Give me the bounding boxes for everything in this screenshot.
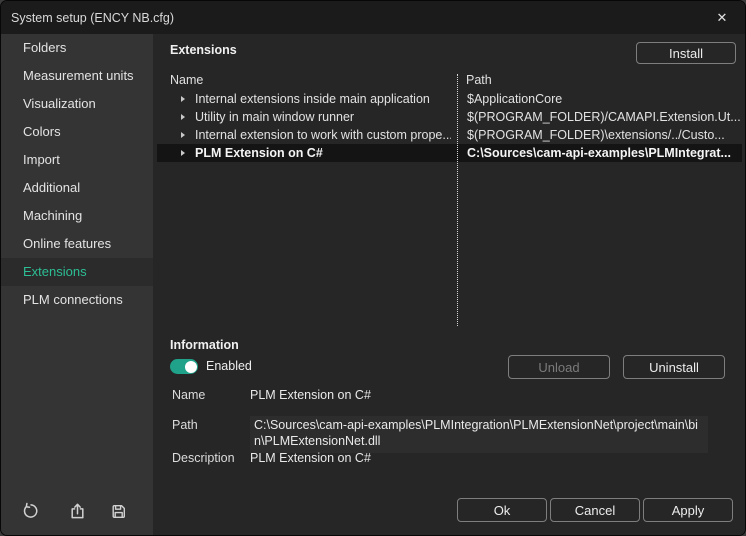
column-divider bbox=[457, 74, 458, 326]
sidebar-nav: FoldersMeasurement unitsVisualizationCol… bbox=[1, 34, 153, 314]
extension-row[interactable]: PLM Extension on C# C:\Sources\cam-api-ex… bbox=[157, 144, 742, 162]
info-field-name: NamePLM Extension on C# bbox=[172, 388, 371, 402]
expander-icon[interactable] bbox=[181, 114, 185, 120]
uninstall-button[interactable]: Uninstall bbox=[623, 355, 725, 379]
close-icon[interactable]: ✕ bbox=[711, 7, 733, 29]
extension-name: Utility in main window runner bbox=[195, 110, 451, 124]
sidebar-item-import[interactable]: Import bbox=[1, 146, 153, 174]
column-header-path: Path bbox=[466, 73, 492, 87]
extension-row[interactable]: Internal extensions inside main applicat… bbox=[157, 90, 742, 108]
sidebar-item-machining[interactable]: Machining bbox=[1, 202, 153, 230]
extension-path: C:\Sources\cam-api-examples\PLMIntegrat.… bbox=[467, 146, 742, 160]
export-icon[interactable] bbox=[68, 502, 88, 522]
unload-button[interactable]: Unload bbox=[508, 355, 610, 379]
expander-icon[interactable] bbox=[181, 150, 185, 156]
toggle-knob bbox=[185, 361, 197, 373]
sidebar-item-additional[interactable]: Additional bbox=[1, 174, 153, 202]
extension-path: $ApplicationCore bbox=[467, 92, 742, 106]
reset-icon[interactable] bbox=[21, 502, 41, 522]
information-section-title: Information bbox=[170, 338, 239, 352]
window-title: System setup (ENCY NB.cfg) bbox=[11, 11, 711, 25]
extension-path: $(PROGRAM_FOLDER)\extensions/../Custo... bbox=[467, 128, 742, 142]
extension-name: PLM Extension on C# bbox=[195, 146, 451, 160]
enabled-toggle[interactable] bbox=[170, 359, 198, 374]
extensions-list: Internal extensions inside main applicat… bbox=[157, 90, 742, 162]
sidebar: FoldersMeasurement unitsVisualizationCol… bbox=[1, 34, 153, 535]
sidebar-item-extensions[interactable]: Extensions bbox=[1, 258, 153, 286]
column-header-name: Name bbox=[170, 73, 203, 87]
extension-path: $(PROGRAM_FOLDER)/CAMAPI.Extension.Ut... bbox=[467, 110, 742, 124]
title-bar: System setup (ENCY NB.cfg) ✕ bbox=[1, 1, 745, 34]
expander-icon[interactable] bbox=[181, 132, 185, 138]
field-label: Name bbox=[172, 388, 250, 402]
field-value: C:\Sources\cam-api-examples\PLMIntegrati… bbox=[250, 416, 708, 453]
field-label: Description bbox=[172, 451, 250, 465]
extensions-panel: Extensions Install Name Path Internal ex… bbox=[153, 34, 745, 535]
enabled-toggle-label: Enabled bbox=[206, 359, 252, 373]
extensions-section-title: Extensions bbox=[170, 43, 237, 57]
apply-button[interactable]: Apply bbox=[643, 498, 733, 522]
extension-name: Internal extension to work with custom p… bbox=[195, 128, 451, 142]
sidebar-item-folders[interactable]: Folders bbox=[1, 34, 153, 62]
field-value: PLM Extension on C# bbox=[250, 388, 371, 402]
info-field-path: PathC:\Sources\cam-api-examples\PLMInteg… bbox=[172, 418, 708, 453]
cancel-button[interactable]: Cancel bbox=[550, 498, 640, 522]
sidebar-item-plm-connections[interactable]: PLM connections bbox=[1, 286, 153, 314]
extension-name: Internal extensions inside main applicat… bbox=[195, 92, 451, 106]
install-button[interactable]: Install bbox=[636, 42, 736, 64]
sidebar-item-measurement-units[interactable]: Measurement units bbox=[1, 62, 153, 90]
info-field-description: DescriptionPLM Extension on C# bbox=[172, 451, 371, 465]
expander-icon[interactable] bbox=[181, 96, 185, 102]
extension-row[interactable]: Internal extension to work with custom p… bbox=[157, 126, 742, 144]
ok-button[interactable]: Ok bbox=[457, 498, 547, 522]
field-label: Path bbox=[172, 418, 250, 453]
extension-row[interactable]: Utility in main window runner $(PROGRAM_F… bbox=[157, 108, 742, 126]
sidebar-footer-icons bbox=[1, 502, 153, 522]
system-setup-dialog: System setup (ENCY NB.cfg) ✕ FoldersMeas… bbox=[0, 0, 746, 536]
sidebar-item-online-features[interactable]: Online features bbox=[1, 230, 153, 258]
field-value: PLM Extension on C# bbox=[250, 451, 371, 465]
sidebar-item-visualization[interactable]: Visualization bbox=[1, 90, 153, 118]
sidebar-item-colors[interactable]: Colors bbox=[1, 118, 153, 146]
save-icon[interactable] bbox=[109, 502, 129, 522]
